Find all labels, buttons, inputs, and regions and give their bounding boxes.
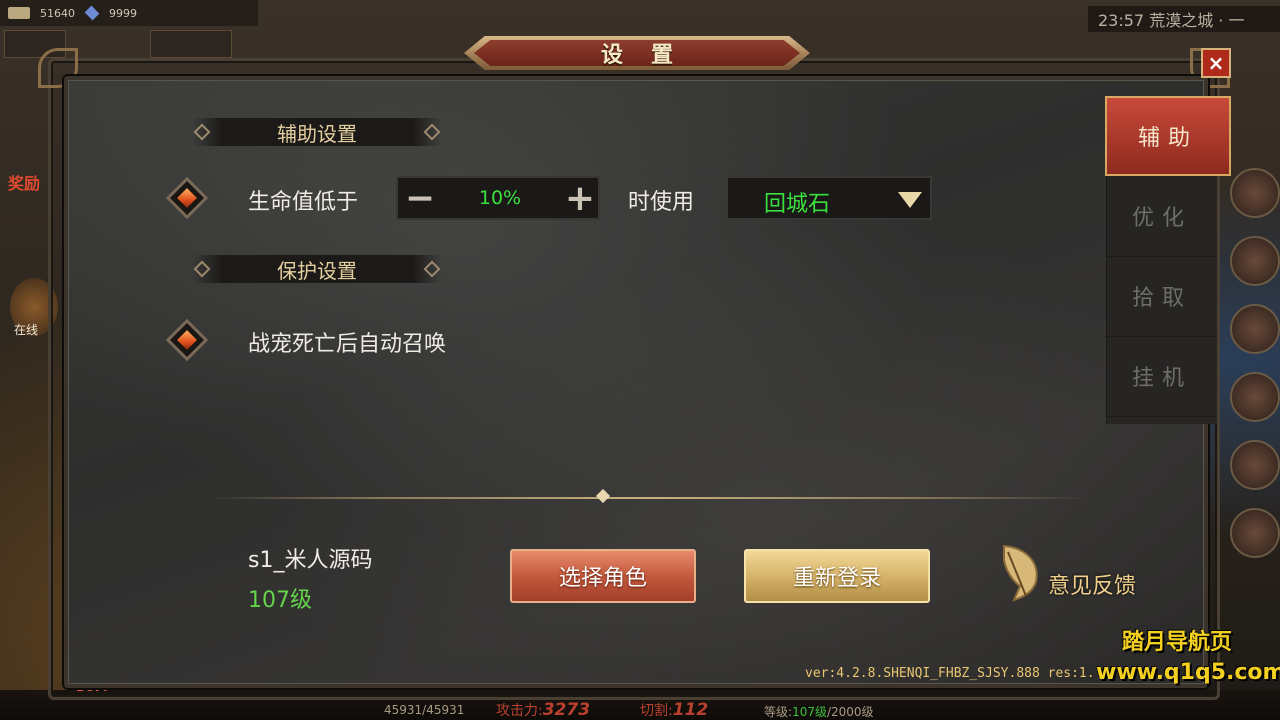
protect-settings-header: 保护设置 xyxy=(192,255,442,283)
dropdown-arrow-icon xyxy=(898,192,922,208)
feedback-button[interactable]: 意见反馈 xyxy=(996,542,1156,608)
cut-value: 112 xyxy=(672,700,709,720)
side-icon-4[interactable] xyxy=(1230,372,1280,422)
gold-icon xyxy=(8,7,30,19)
dialog-title: 设置 xyxy=(600,43,701,68)
gold-amount: 51640 xyxy=(40,6,75,20)
player-name: s1_米人源码 xyxy=(248,548,373,573)
tab-pickup[interactable]: 拾取 xyxy=(1107,256,1217,337)
gem-icon xyxy=(84,5,100,21)
cut-label: 切割 xyxy=(640,703,668,719)
side-icon-5[interactable] xyxy=(1230,440,1280,490)
title-banner: 设置 xyxy=(474,40,800,66)
use-when-label: 时使用 xyxy=(628,190,695,215)
attack-label: 攻击力 xyxy=(496,703,538,719)
protect-header-text: 保护设置 xyxy=(277,258,357,283)
hp-readout: 45931/45931 xyxy=(384,703,465,717)
watermark-url: www.q1q5.com xyxy=(1096,660,1280,685)
close-button[interactable]: × xyxy=(1201,48,1231,78)
hp-threshold-label: 生命值低于 xyxy=(248,190,359,215)
use-item-value: 回城石 xyxy=(764,192,831,217)
side-icon-2[interactable] xyxy=(1230,236,1280,286)
clock-location: 23:57 荒漠之城 · 一 xyxy=(1088,6,1280,32)
increment-button[interactable]: + xyxy=(558,178,602,219)
cut-readout: 切割:112 xyxy=(640,700,709,720)
level-readout: 等级:107级/2000级 xyxy=(764,705,874,719)
feather-icon xyxy=(1003,544,1038,602)
settings-dialog: 设置 × 辅助 优化 拾取 挂机 辅助设置 生命值低于 − 10% + 时使用 … xyxy=(36,36,1236,700)
side-icon-3[interactable] xyxy=(1230,304,1280,354)
tab-optimize[interactable]: 优化 xyxy=(1107,176,1217,257)
pet-revive-label: 战宠死亡后自动召唤 xyxy=(248,332,447,357)
side-icon-6[interactable] xyxy=(1230,508,1280,558)
attack-readout: 攻击力:3273 xyxy=(496,700,591,720)
settings-tabs: 辅助 优化 拾取 挂机 xyxy=(1105,96,1231,424)
level-value: 107级 xyxy=(792,705,827,719)
divider xyxy=(208,497,1088,499)
level-label: 等级 xyxy=(764,705,789,719)
player-level: 107级 xyxy=(248,588,312,613)
hp-percent-value: 10% xyxy=(478,187,522,209)
relogin-button[interactable]: 重新登录 xyxy=(744,549,930,603)
gem-amount: 9999 xyxy=(109,6,137,20)
currency-bar: 51640 9999 xyxy=(0,0,258,26)
assist-header-text: 辅助设置 xyxy=(277,121,357,146)
version-text: ver:4.2.8.SHENQI_FHBZ_SJSY.888 res:1. xyxy=(805,666,1095,681)
level-max: /2000级 xyxy=(826,705,874,719)
tab-assist[interactable]: 辅助 xyxy=(1105,96,1231,176)
watermark-title: 踏月导航页 xyxy=(1122,630,1233,655)
hp-percent-stepper: − 10% + xyxy=(396,176,600,220)
assist-settings-header: 辅助设置 xyxy=(192,118,442,146)
online-label: 在线 xyxy=(14,323,39,337)
tab-autoplay[interactable]: 挂机 xyxy=(1107,336,1217,417)
feedback-label: 意见反馈 xyxy=(1048,574,1137,599)
side-icon-1[interactable] xyxy=(1230,168,1280,218)
use-item-dropdown[interactable]: 回城石 xyxy=(726,176,932,220)
attack-value: 3273 xyxy=(542,700,591,720)
select-role-button[interactable]: 选择角色 xyxy=(510,549,696,603)
decrement-button[interactable]: − xyxy=(398,178,442,219)
